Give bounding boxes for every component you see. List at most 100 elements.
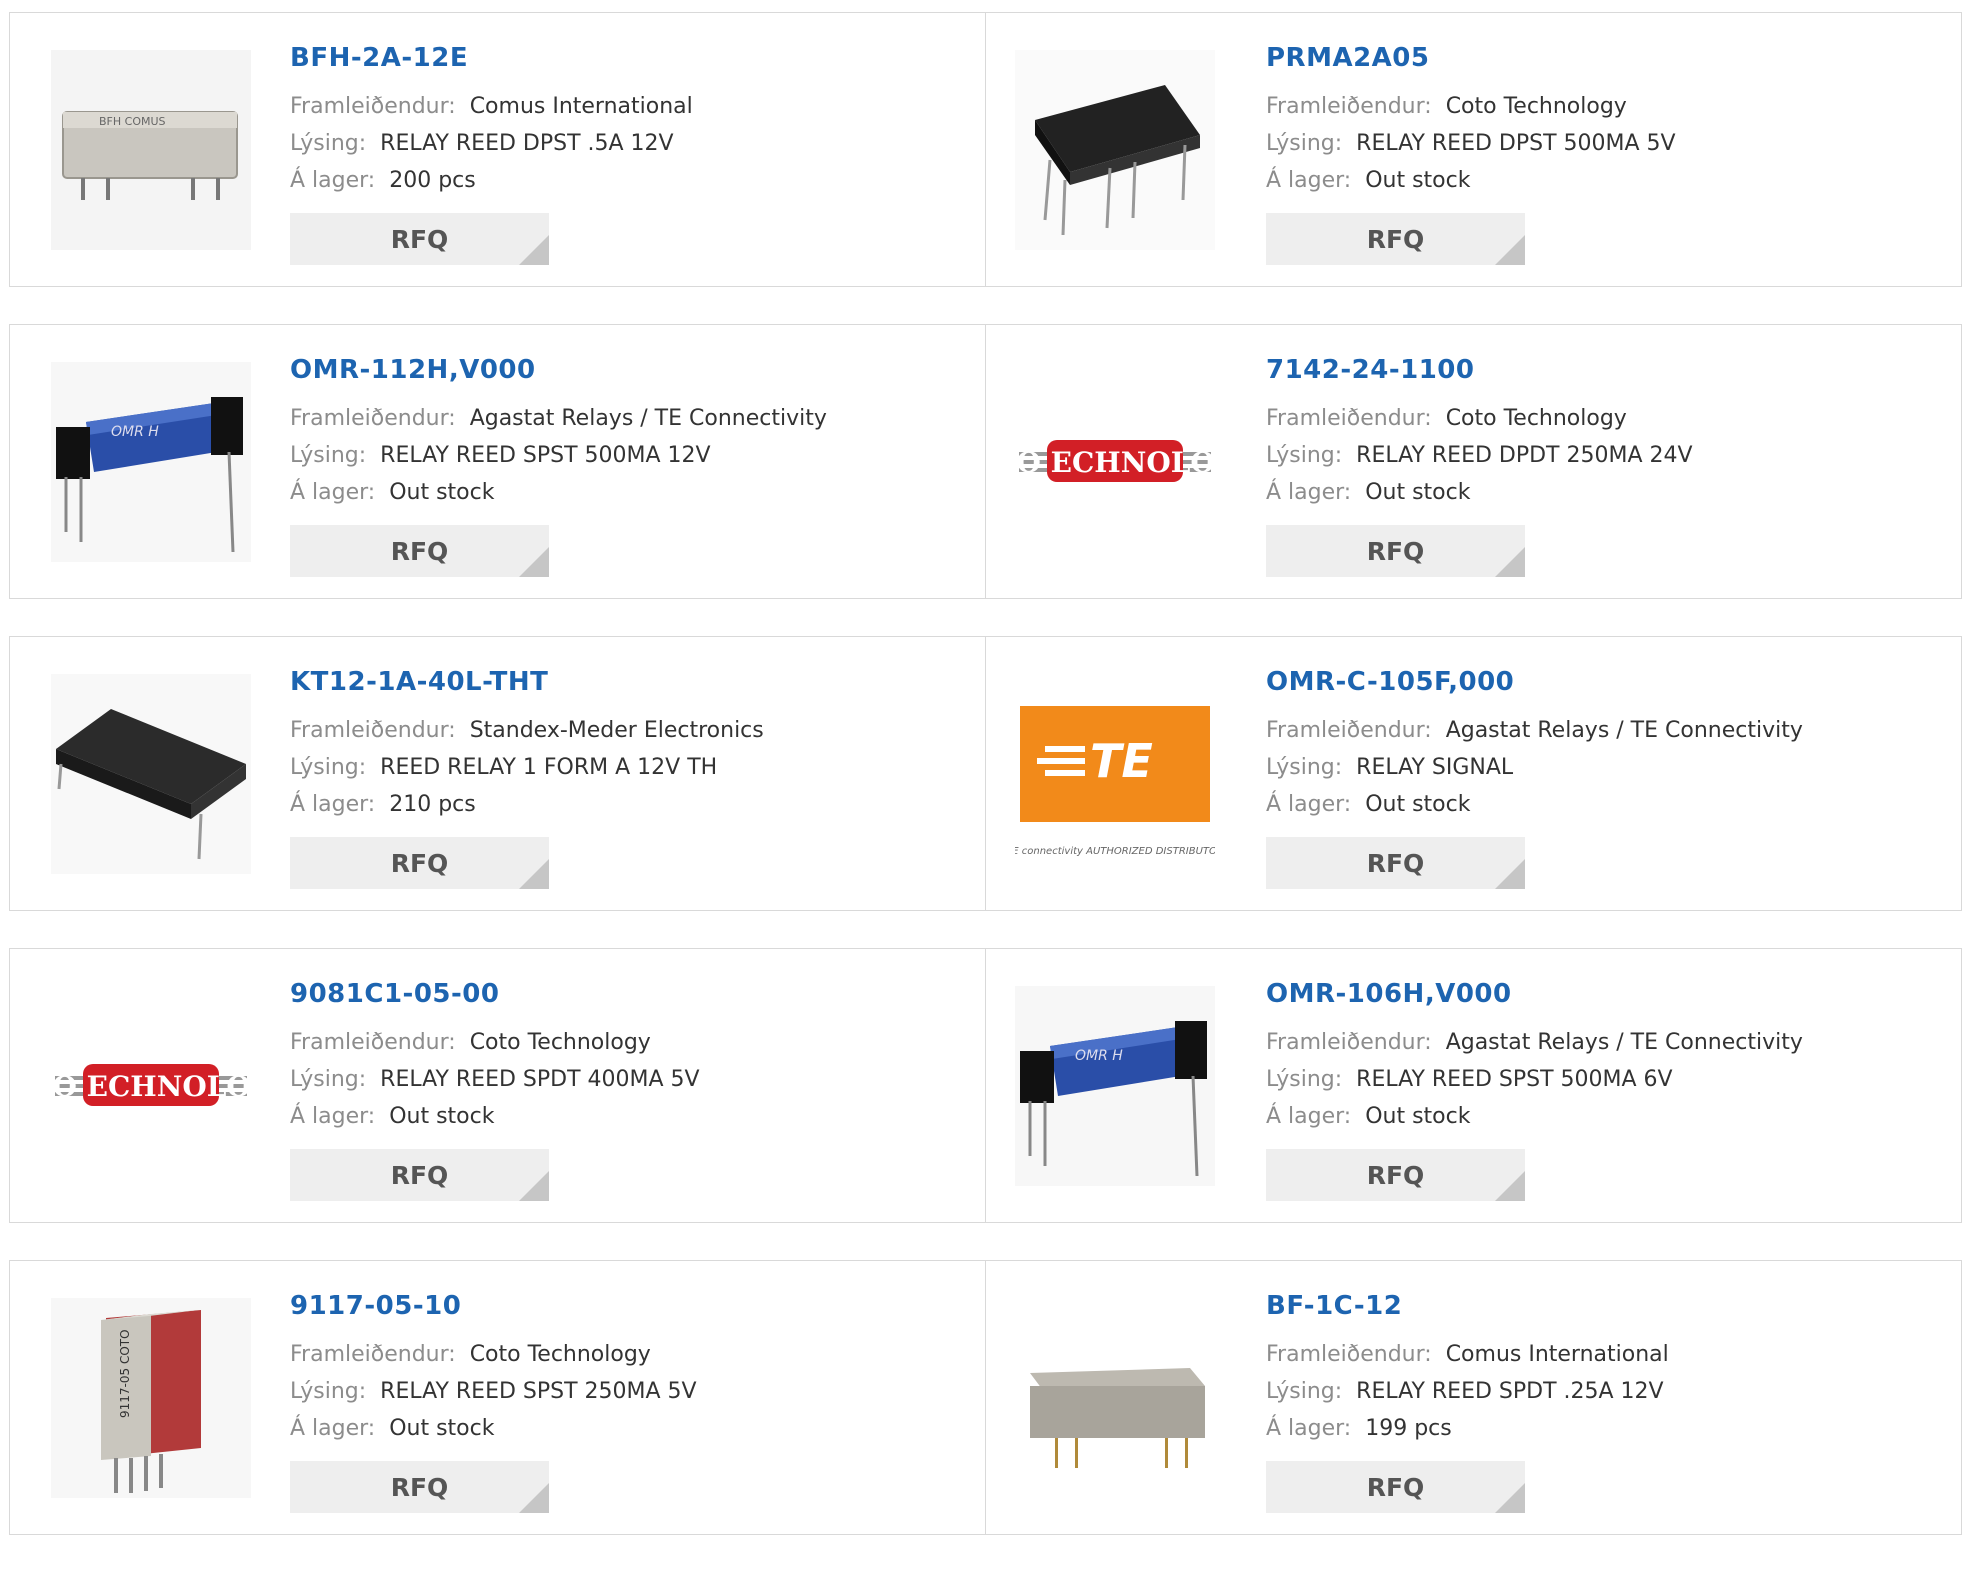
manufacturer-label: Framleiðendur: (1266, 1030, 1432, 1055)
part-number-link[interactable]: 9081C1-05-00 (290, 979, 700, 1011)
relay-blue-icon[interactable]: OMR H (51, 362, 251, 562)
part-number-link[interactable]: BF-1C-12 (1266, 1291, 1669, 1323)
description-value: RELAY REED SPDT 400MA 5V (380, 1067, 700, 1092)
description-value: RELAY REED SPDT .25A 12V (1356, 1379, 1664, 1404)
manufacturer-value: Standex-Meder Electronics (469, 718, 764, 743)
coto-logo-text: OTO ECHNOLOGY (51, 1070, 251, 1103)
rfq-label: RFQ (1366, 848, 1425, 878)
coto-logo-text: OTO ECHNOLOGY (1015, 446, 1215, 479)
product-card: KT12-1A-40L-THT Framleiðendur: Standex-Me… (9, 636, 986, 911)
product-row: KT12-1A-40L-THT Framleiðendur: Standex-Me… (9, 636, 1962, 911)
description-value: RELAY REED SPST 500MA 6V (1356, 1067, 1673, 1092)
manufacturer-label: Framleiðendur: (1266, 718, 1432, 743)
rfq-button[interactable]: RFQ (1266, 837, 1525, 889)
manufacturer-value: Coto Technology (469, 1030, 651, 1055)
corner-decoration (519, 1171, 549, 1201)
part-number-link[interactable]: BFH-2A-12E (290, 43, 693, 75)
stock-value: 210 pcs (389, 792, 476, 817)
rfq-label: RFQ (390, 1472, 449, 1502)
part-number-link[interactable]: OMR-C-105F,000 (1266, 667, 1803, 699)
stock-label: Á lager: (290, 168, 376, 193)
corner-decoration (1495, 547, 1525, 577)
product-card: BFH COMUS BFH-2A-12E Framleiðendur: Comus… (9, 12, 986, 287)
te-logo-text: TE connectivity AUTHORIZED DISTRIBUTOR (1015, 846, 1215, 857)
rfq-button[interactable]: RFQ (290, 213, 549, 265)
rfq-label: RFQ (1366, 224, 1425, 254)
corner-decoration (1495, 1171, 1525, 1201)
rfq-label: RFQ (390, 848, 449, 878)
rfq-label: RFQ (1366, 536, 1425, 566)
manufacturer-label: Framleiðendur: (290, 94, 456, 119)
product-card: OMR H OMR-106H,V000 Framleiðendur: Agasta… (986, 948, 1962, 1223)
description-value: RELAY SIGNAL (1356, 755, 1514, 780)
corner-decoration (519, 859, 549, 889)
description-value: REED RELAY 1 FORM A 12V TH (380, 755, 718, 780)
stock-label: Á lager: (290, 480, 376, 505)
rfq-button[interactable]: RFQ (1266, 525, 1525, 577)
product-card: BF-1C-12 Framleiðendur: Comus Internation… (986, 1260, 1962, 1535)
rfq-button[interactable]: RFQ (290, 837, 549, 889)
product-card: OMR H OMR-112H,V000 Framleiðendur: Agasta… (9, 324, 986, 599)
coto-logo-icon[interactable]: OTO ECHNOLOGY (51, 986, 251, 1186)
stock-value: Out stock (389, 1104, 495, 1129)
rfq-button[interactable]: RFQ (1266, 213, 1525, 265)
product-card: OTO ECHNOLOGY 9081C1-05-00 Framleiðendur… (9, 948, 986, 1223)
manufacturer-value: Agastat Relays / TE Connectivity (469, 406, 827, 431)
description-label: Lýsing: (290, 1067, 367, 1092)
stock-label: Á lager: (1266, 168, 1352, 193)
product-grid: BFH COMUS BFH-2A-12E Framleiðendur: Comus… (9, 12, 1962, 1572)
manufacturer-value: Comus International (1445, 1342, 1669, 1367)
te-logo-icon[interactable]: TE TE connectivity AUTHORIZED DISTRIBUTO… (1015, 674, 1215, 874)
rfq-button[interactable]: RFQ (290, 525, 549, 577)
manufacturer-value: Agastat Relays / TE Connectivity (1445, 1030, 1803, 1055)
rfq-button[interactable]: RFQ (290, 1149, 549, 1201)
relay-silver-icon[interactable]: BFH COMUS (51, 50, 251, 250)
svg-text:TE: TE (1090, 734, 1153, 788)
relay-print-text: OMR H (1075, 1048, 1123, 1064)
coto-logo-icon[interactable]: OTO ECHNOLOGY (1015, 362, 1215, 562)
description-label: Lýsing: (1266, 131, 1343, 156)
product-card: OTO ECHNOLOGY 7142-24-1100 Framleiðendur… (986, 324, 1962, 599)
manufacturer-label: Framleiðendur: (290, 406, 456, 431)
part-number-link[interactable]: PRMA2A05 (1266, 43, 1676, 75)
description-label: Lýsing: (1266, 1067, 1343, 1092)
relay-silver-icon[interactable] (1015, 1298, 1215, 1498)
manufacturer-value: Coto Technology (469, 1342, 651, 1367)
manufacturer-value: Coto Technology (1445, 94, 1627, 119)
rfq-button[interactable]: RFQ (1266, 1149, 1525, 1201)
corner-decoration (519, 1483, 549, 1513)
product-row: OMR H OMR-112H,V000 Framleiðendur: Agasta… (9, 324, 1962, 599)
relay-black-long-icon[interactable] (51, 674, 251, 874)
stock-value: Out stock (389, 1416, 495, 1441)
stock-value: Out stock (1365, 480, 1471, 505)
stock-value: 200 pcs (389, 168, 476, 193)
product-row: OTO ECHNOLOGY 9081C1-05-00 Framleiðendur… (9, 948, 1962, 1223)
stock-label: Á lager: (290, 1104, 376, 1129)
part-number-link[interactable]: OMR-112H,V000 (290, 355, 827, 387)
stock-label: Á lager: (1266, 1416, 1352, 1441)
manufacturer-value: Coto Technology (1445, 406, 1627, 431)
part-number-link[interactable]: OMR-106H,V000 (1266, 979, 1803, 1011)
relay-red-icon[interactable]: 9117-05 COTO (51, 1298, 251, 1498)
rfq-label: RFQ (390, 1160, 449, 1190)
manufacturer-label: Framleiðendur: (1266, 1342, 1432, 1367)
part-number-link[interactable]: 9117-05-10 (290, 1291, 697, 1323)
product-card: 9117-05 COTO 9117-05-10 Framleiðendur: Co… (9, 1260, 986, 1535)
stock-value: 199 pcs (1365, 1416, 1452, 1441)
relay-print-text: BFH COMUS (99, 115, 166, 128)
stock-value: Out stock (1365, 792, 1471, 817)
description-value: RELAY REED DPST .5A 12V (380, 131, 674, 156)
part-number-link[interactable]: KT12-1A-40L-THT (290, 667, 764, 699)
manufacturer-value: Agastat Relays / TE Connectivity (1445, 718, 1803, 743)
rfq-button[interactable]: RFQ (1266, 1461, 1525, 1513)
stock-value: Out stock (1365, 168, 1471, 193)
product-card: PRMA2A05 Framleiðendur: Coto Technology L… (986, 12, 1962, 287)
corner-decoration (1495, 1483, 1525, 1513)
stock-label: Á lager: (290, 792, 376, 817)
manufacturer-label: Framleiðendur: (1266, 406, 1432, 431)
relay-blue-icon[interactable]: OMR H (1015, 986, 1215, 1186)
rfq-label: RFQ (390, 536, 449, 566)
part-number-link[interactable]: 7142-24-1100 (1266, 355, 1693, 387)
relay-black-icon[interactable] (1015, 50, 1215, 250)
rfq-button[interactable]: RFQ (290, 1461, 549, 1513)
